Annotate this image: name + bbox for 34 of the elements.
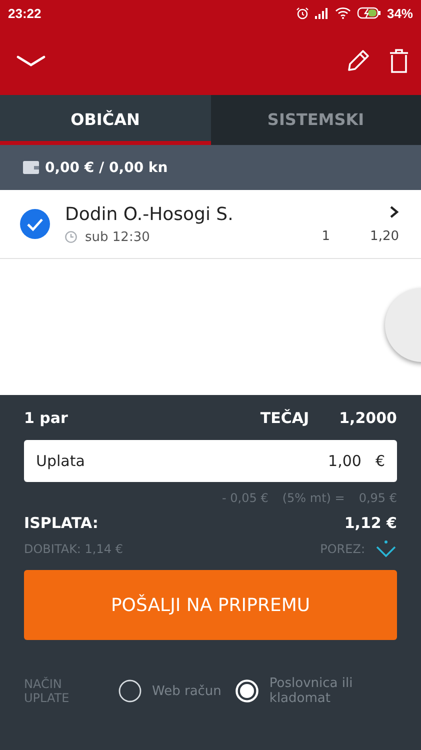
payment-method-label: NAČIN UPLATE	[24, 677, 70, 705]
check-icon[interactable]	[20, 209, 50, 239]
battery-icon	[356, 7, 381, 19]
battery-level: 34%	[386, 6, 413, 20]
payout-value: 1,12 €	[344, 514, 397, 532]
odds-text: 1,20	[370, 228, 399, 244]
tip-text: 1	[322, 228, 330, 244]
wallet-icon	[23, 161, 39, 174]
bet-row[interactable]: Dodin O.-Hosogi S. sub 12:30 1 1,20	[0, 190, 421, 259]
payment-option[interactable]: Poslovnica ili kladomat	[269, 676, 370, 706]
status-time: 23:22	[8, 6, 42, 20]
wifi-icon	[334, 7, 351, 19]
tab[interactable]: OBIČAN	[0, 95, 210, 145]
balance-text: 0,00 € / 0,00 kn	[45, 160, 168, 176]
payment-option[interactable]: Web račun	[152, 684, 222, 698]
win-amount: DOBITAK: 1,14 €	[24, 542, 123, 556]
clock-icon	[65, 231, 77, 243]
match-name: Dodin O.-Hosogi S.	[65, 204, 234, 224]
submit-button[interactable]: POŠALJI NA PRIPREMU	[24, 570, 397, 640]
stake-field[interactable]: Uplata 1,00 €	[24, 440, 397, 482]
chevron-right-icon	[389, 204, 399, 218]
radio-button[interactable]	[118, 679, 142, 703]
expand-tax-button[interactable]	[375, 540, 397, 558]
match-time: sub 12:30	[85, 230, 150, 244]
rate-label: TEČAJ	[260, 409, 310, 427]
tax-label: POREZ:	[320, 542, 365, 556]
fee-amount: - 0,05 €	[222, 491, 268, 505]
net-stake: 0,95 €	[358, 491, 397, 505]
payout-label: ISPLATA:	[24, 514, 98, 532]
alarm-icon	[296, 6, 309, 20]
fee-note: (5% mt) =	[282, 491, 345, 505]
pairs-count: 1 par	[24, 409, 68, 427]
signal-icon	[314, 8, 329, 18]
rate-value: 1,2000	[339, 409, 397, 427]
